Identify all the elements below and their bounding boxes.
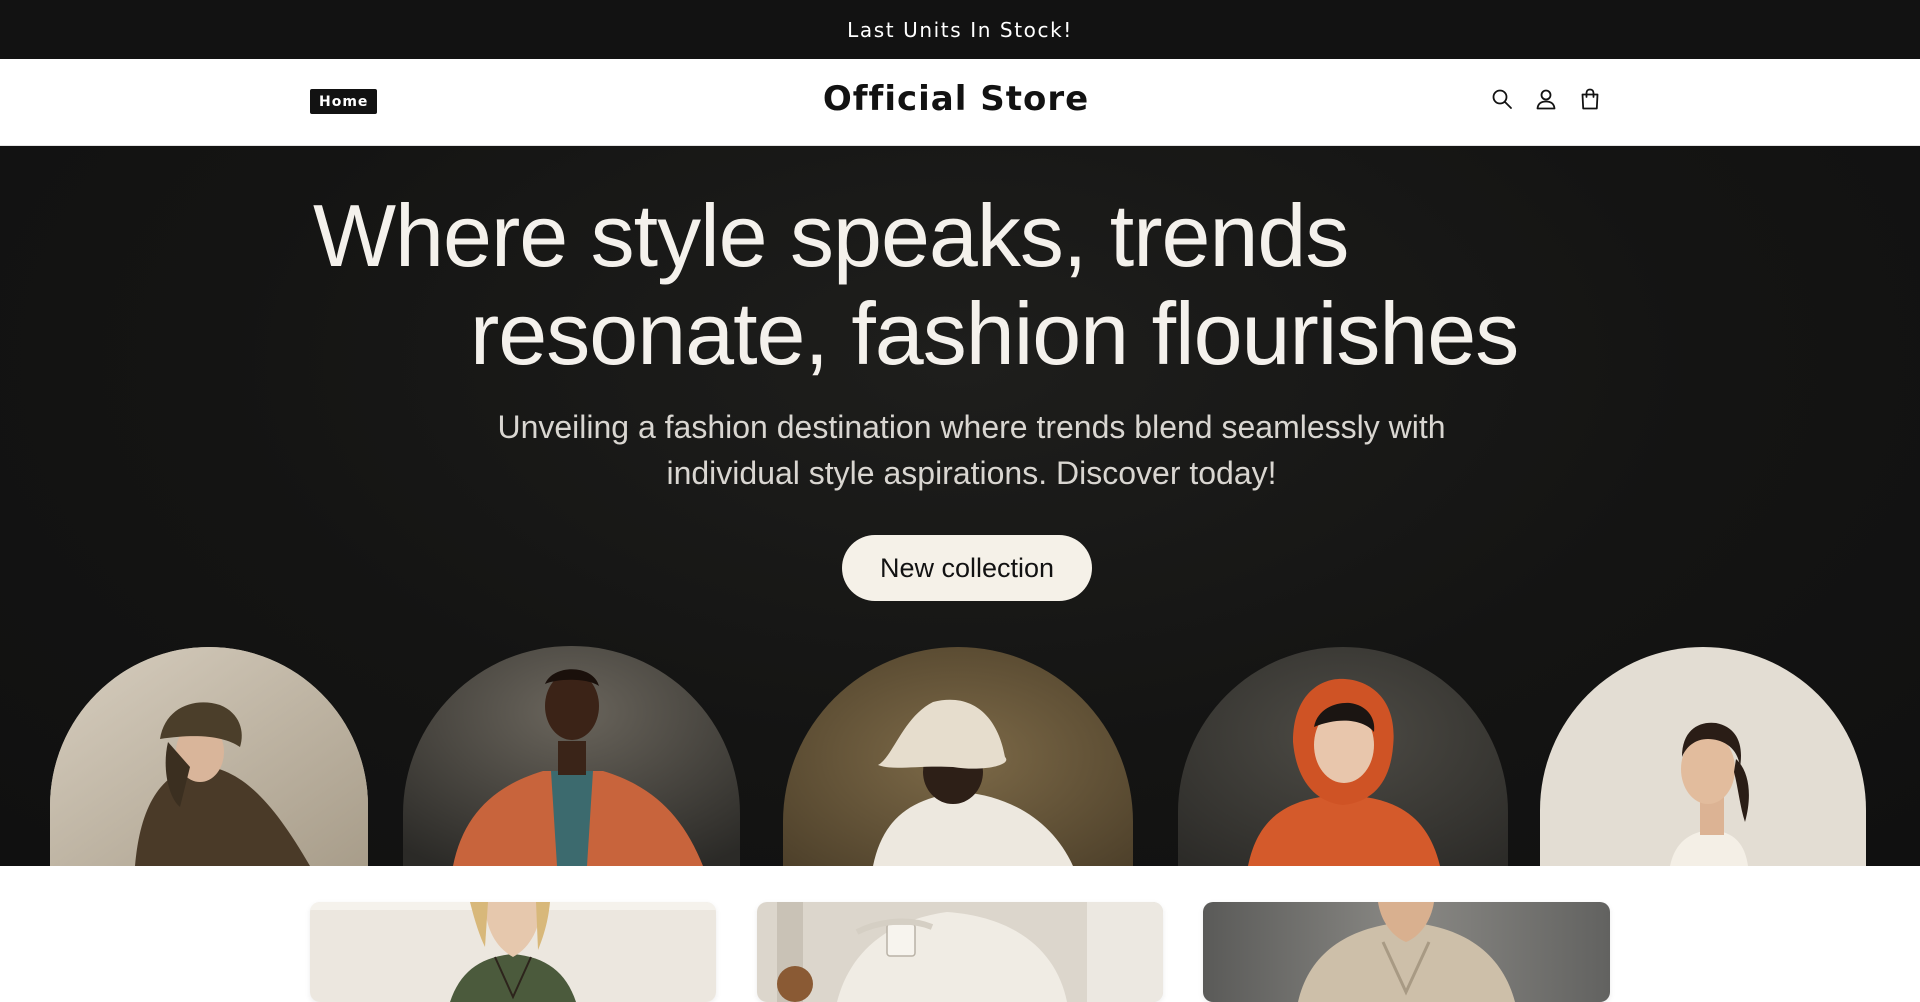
portrait-woman-hat xyxy=(50,647,368,866)
nav-home-link[interactable]: Home xyxy=(310,89,378,114)
hero-subtitle: Unveiling a fashion destination where tr… xyxy=(0,404,1920,496)
portrait-orange-hoodie xyxy=(1178,647,1508,866)
portrait-man-blazer xyxy=(403,646,740,866)
site-header: Home Official Store xyxy=(0,59,1920,146)
hero-title-line-1: Where style speaks, trends xyxy=(313,186,1349,285)
account-icon[interactable] xyxy=(1534,86,1558,112)
collection-card-knit-sweater[interactable] xyxy=(757,902,1163,1002)
portrait-bucket-hat xyxy=(783,647,1133,866)
collection-card-beige-cardigan[interactable] xyxy=(1203,902,1610,1002)
cart-icon[interactable] xyxy=(1578,86,1602,112)
collection-cards xyxy=(0,866,1920,1002)
store-logo[interactable]: Official Store xyxy=(823,79,1089,119)
hero-banner: Where style speaks, trends resonate, fas… xyxy=(0,146,1920,866)
new-collection-button[interactable]: New collection xyxy=(842,535,1092,601)
collection-card-green-top[interactable] xyxy=(310,902,716,1002)
search-icon[interactable] xyxy=(1490,86,1514,112)
hero-subtitle-line-2: individual style aspirations. Discover t… xyxy=(666,455,1277,491)
header-icons xyxy=(1490,86,1602,112)
hero-subtitle-line-1: Unveiling a fashion destination where tr… xyxy=(497,409,1446,445)
announcement-text: Last Units In Stock! xyxy=(847,17,1073,42)
announcement-bar: Last Units In Stock! xyxy=(0,0,1920,59)
portrait-ponytail xyxy=(1540,647,1866,866)
store-logo-wrapper: Official Store xyxy=(0,79,1912,119)
hero-title-line-2: resonate, fashion flourishes xyxy=(470,284,1519,383)
